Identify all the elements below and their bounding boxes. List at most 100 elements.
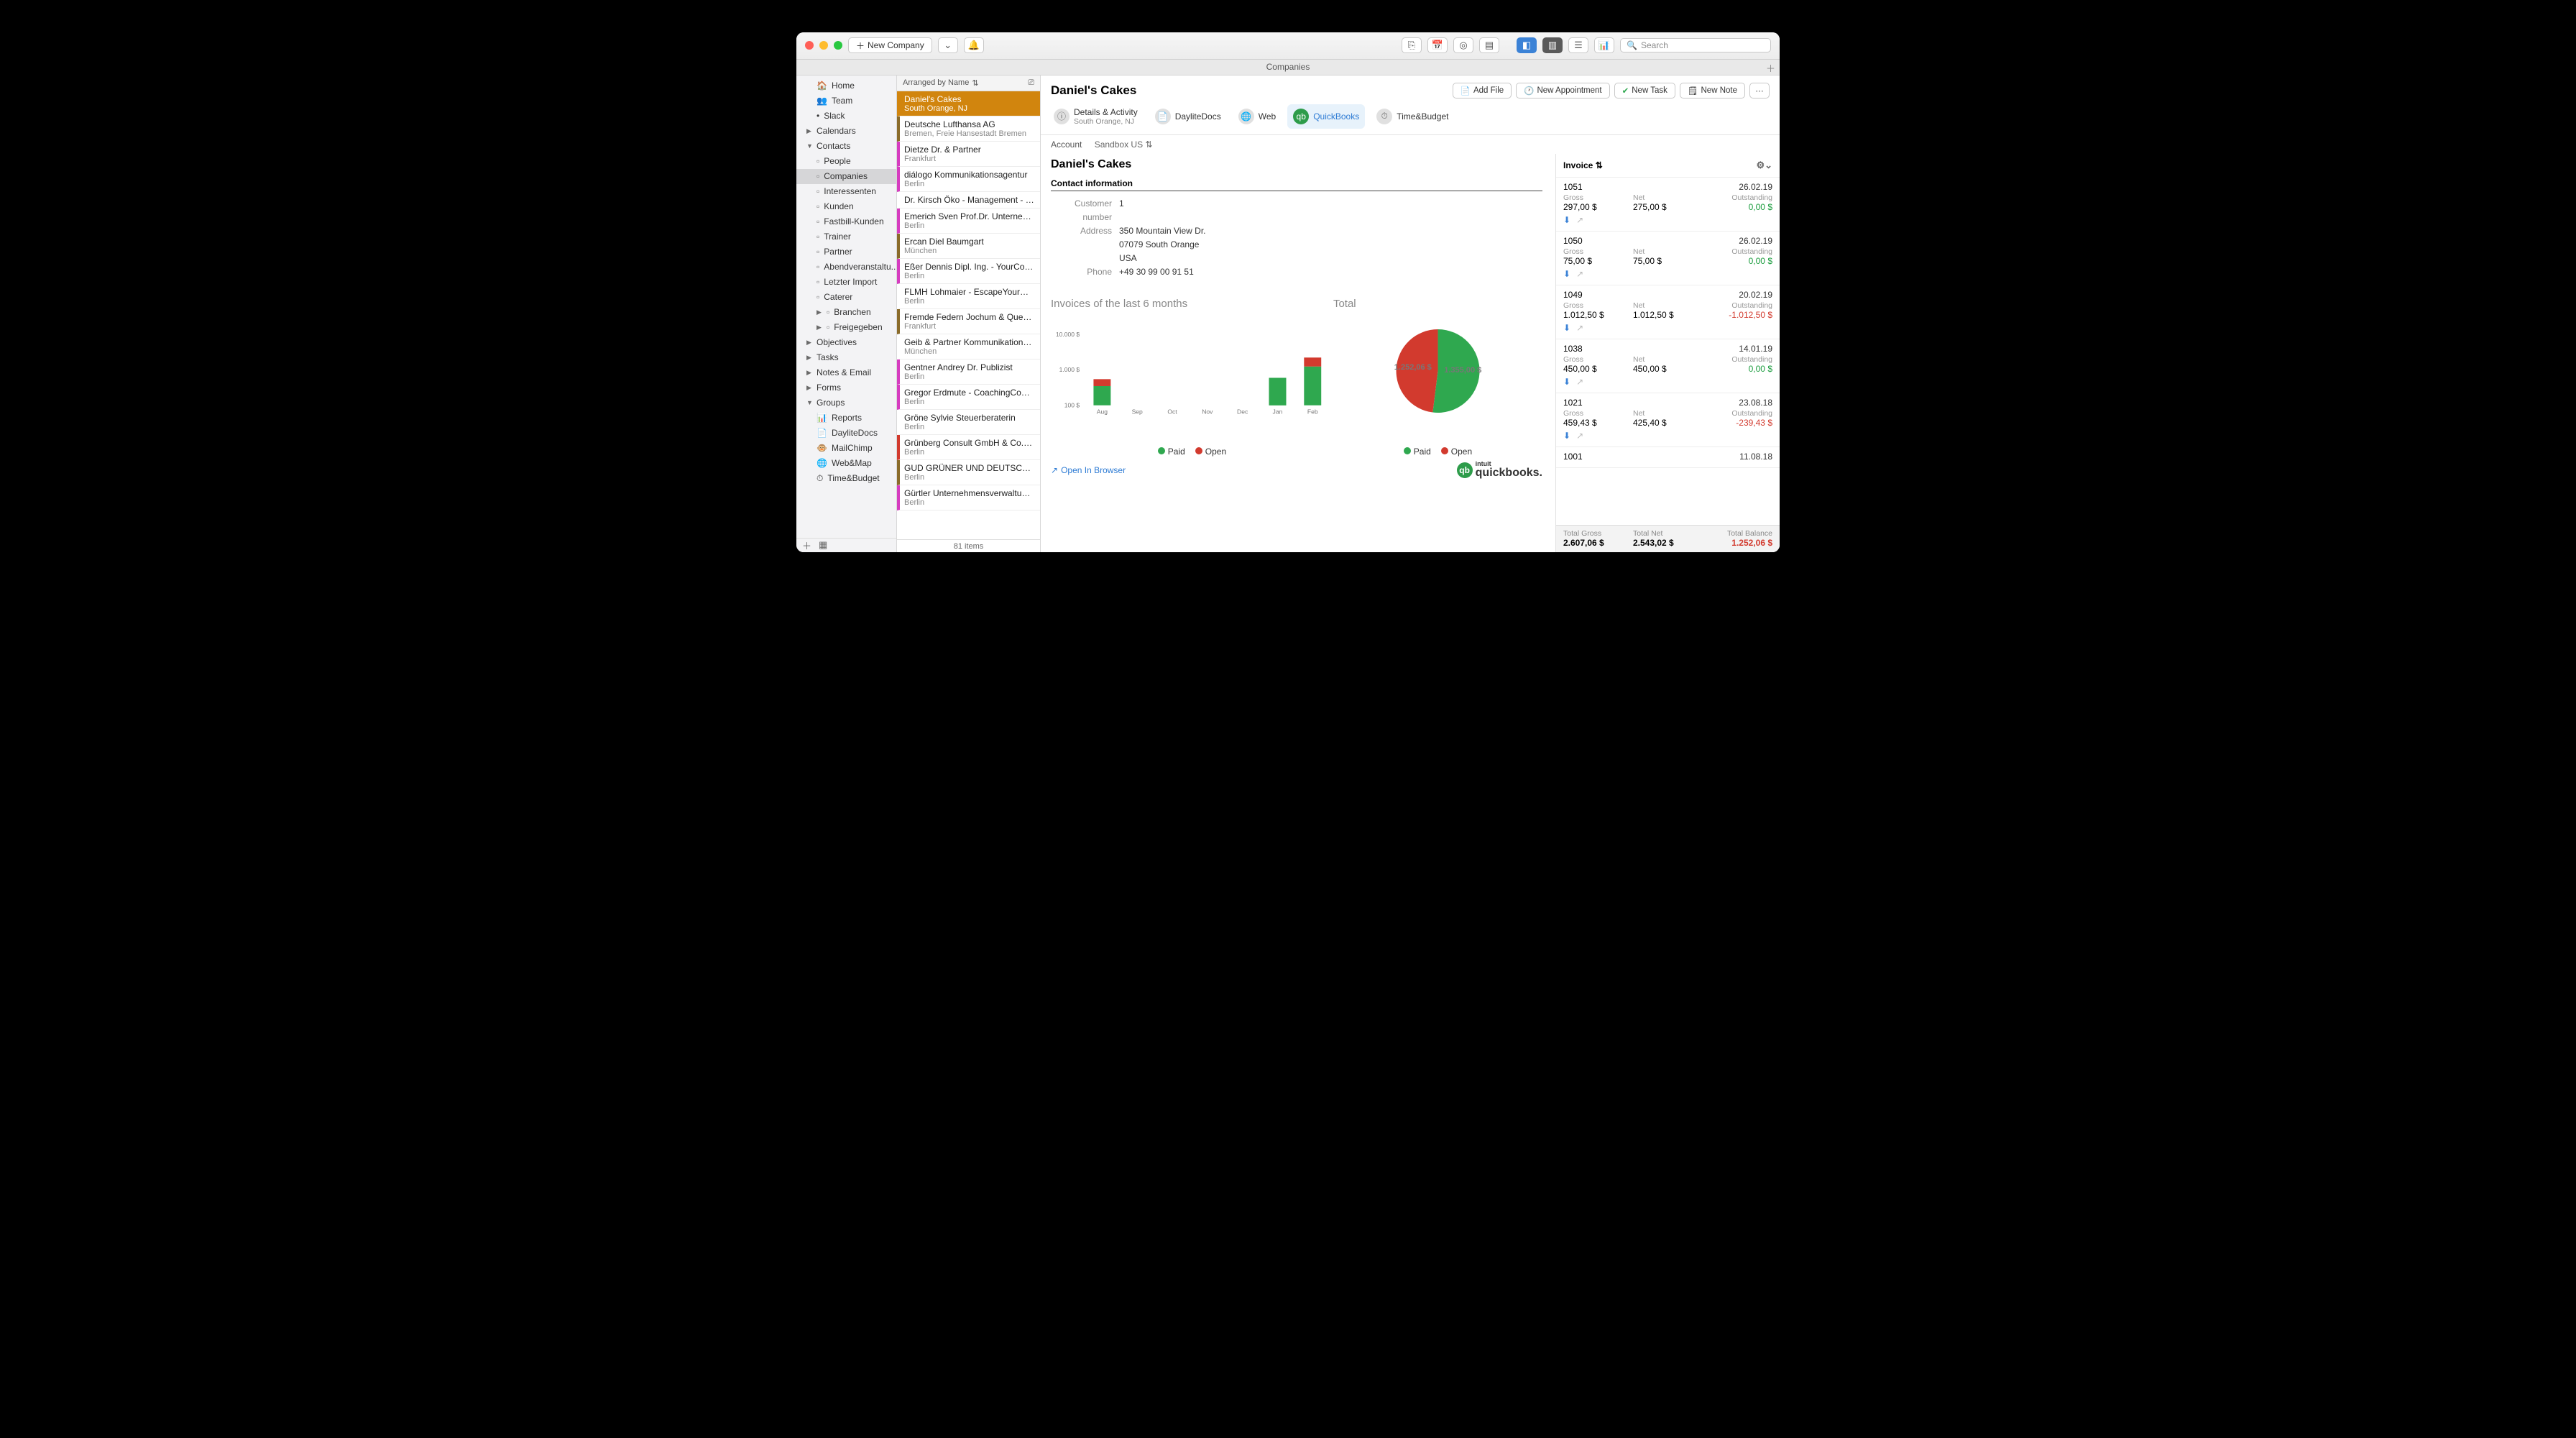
- company-item[interactable]: Gröne Sylvie SteuerberaterinBerlin: [897, 410, 1040, 435]
- sidebar-item-label: Interessenten: [824, 186, 876, 198]
- company-item[interactable]: Ercan Diel BaumgartMünchen: [897, 234, 1040, 259]
- invoice-header[interactable]: Invoice ⇅: [1563, 160, 1603, 170]
- company-item[interactable]: Gürtler Unternehmensverwaltung GmbHBerli…: [897, 485, 1040, 510]
- company-item[interactable]: Daniel's CakesSouth Orange, NJ: [897, 91, 1040, 116]
- tool-board-icon[interactable]: ▤: [1479, 37, 1499, 53]
- sidebar-item-letzter-import[interactable]: ▫Letzter Import: [796, 275, 896, 290]
- company-item[interactable]: Dietze Dr. & PartnerFrankfurt: [897, 142, 1040, 167]
- tab-details-activity[interactable]: ⓘDetails & ActivitySouth Orange, NJ: [1048, 104, 1144, 129]
- tool-calendar-icon[interactable]: 📅: [1427, 37, 1448, 53]
- download-icon[interactable]: ⬇: [1563, 269, 1570, 279]
- company-item[interactable]: GUD GRÜNER UND DEUTSCHER GmbHBerlin: [897, 460, 1040, 485]
- add-icon[interactable]: ＋: [802, 539, 811, 552]
- layout-sidebar-icon[interactable]: ◧: [1517, 37, 1537, 53]
- download-icon[interactable]: ⬇: [1563, 377, 1570, 387]
- sidebar-item-branchen[interactable]: ▶▫Branchen: [796, 305, 896, 320]
- sidebar-item-groups[interactable]: ▼Groups: [796, 395, 896, 411]
- tab-daylitedocs[interactable]: 📄DayliteDocs: [1149, 104, 1227, 129]
- tool-archive-icon[interactable]: ⎘: [1402, 37, 1422, 53]
- sidebar-item-team[interactable]: 👥Team: [796, 93, 896, 109]
- invoice-row[interactable]: 102123.08.18Gross459,43 $Net425,40 $Outs…: [1556, 393, 1780, 447]
- new-note-button[interactable]: 🗒New Note: [1680, 83, 1745, 99]
- invoice-row[interactable]: 105126.02.19Gross297,00 $Net275,00 $Outs…: [1556, 178, 1780, 232]
- company-item[interactable]: Gregor Erdmute - CoachingConceptsBerlin: [897, 385, 1040, 410]
- share-icon[interactable]: ↗: [1576, 215, 1583, 225]
- minimize-window-icon[interactable]: [819, 41, 828, 50]
- account-select[interactable]: Sandbox US ⇅: [1095, 139, 1153, 150]
- layout-chart-icon[interactable]: 📊: [1594, 37, 1614, 53]
- tab-quickbooks[interactable]: qbQuickBooks: [1287, 104, 1365, 129]
- company-item[interactable]: Gentner Andrey Dr. PublizistBerlin: [897, 360, 1040, 385]
- company-item[interactable]: Emerich Sven Prof.Dr. Unternehmensb...Be…: [897, 209, 1040, 234]
- quickbooks-logo: qb intuitquickbooks.: [1457, 461, 1542, 480]
- company-item[interactable]: diálogo KommunikationsagenturBerlin: [897, 167, 1040, 192]
- tab-web[interactable]: 🌐Web: [1233, 104, 1282, 129]
- company-item[interactable]: Eßer Dennis Dipl. Ing. - YourCoachBerlin: [897, 259, 1040, 284]
- sidebar-item-time-budget[interactable]: ⏱Time&Budget: [796, 471, 896, 486]
- sidebar-item-tasks[interactable]: ▶Tasks: [796, 350, 896, 365]
- grid-icon[interactable]: ▦: [819, 539, 827, 551]
- sidebar-item-companies[interactable]: ▫Companies: [796, 169, 896, 184]
- sidebar-item-interessenten[interactable]: ▫Interessenten: [796, 184, 896, 199]
- company-item[interactable]: Fremde Federn Jochum & Quentel Gb...Fran…: [897, 309, 1040, 334]
- company-item[interactable]: Dr. Kirsch Öko - Management - Consult: [897, 192, 1040, 209]
- new-company-button[interactable]: ＋New Company: [848, 37, 932, 53]
- company-item[interactable]: Deutsche Lufthansa AGBremen, Freie Hanse…: [897, 116, 1040, 142]
- company-item[interactable]: Geib & Partner KommunikationsagenturMünc…: [897, 334, 1040, 360]
- company-item[interactable]: Grünberg Consult GmbH & Co. KgBerlin: [897, 435, 1040, 460]
- gear-icon[interactable]: ⚙︎⌄: [1756, 160, 1772, 171]
- sidebar-item-fastbill-kunden[interactable]: ▫Fastbill-Kunden: [796, 214, 896, 229]
- sidebar-item-daylitedocs[interactable]: 📄DayliteDocs: [796, 426, 896, 441]
- invoice-row[interactable]: 100111.08.18: [1556, 447, 1780, 468]
- sidebar-item-web-map[interactable]: 🌐Web&Map: [796, 456, 896, 471]
- invoice-row[interactable]: 103814.01.19Gross450,00 $Net450,00 $Outs…: [1556, 339, 1780, 393]
- open-in-browser-link[interactable]: ↗Open In Browser: [1051, 465, 1126, 475]
- download-icon[interactable]: ⬇: [1563, 323, 1570, 333]
- invoice-row[interactable]: 104920.02.19Gross1.012,50 $Net1.012,50 $…: [1556, 285, 1780, 339]
- dropdown-button[interactable]: ⌄: [938, 37, 958, 53]
- sidebar-item-calendars[interactable]: ▶Calendars: [796, 124, 896, 139]
- sidebar-item-abendveranstaltu-[interactable]: ▫Abendveranstaltu...: [796, 260, 896, 275]
- share-icon[interactable]: ↗: [1576, 323, 1583, 333]
- new-appointment-button[interactable]: 🕐New Appointment: [1516, 83, 1609, 99]
- item-icon: ▫: [816, 201, 819, 213]
- sidebar-item-contacts[interactable]: ▼Contacts: [796, 139, 896, 154]
- sidebar-item-people[interactable]: ▫People: [796, 154, 896, 169]
- sidebar-item-reports[interactable]: 📊Reports: [796, 411, 896, 426]
- tab-icon: 🌐: [1238, 109, 1254, 124]
- sidebar-item-mailchimp[interactable]: 🐵MailChimp: [796, 441, 896, 456]
- sidebar-item-notes-email[interactable]: ▶Notes & Email: [796, 365, 896, 380]
- close-window-icon[interactable]: [805, 41, 814, 50]
- invoice-row[interactable]: 105026.02.19Gross75,00 $Net75,00 $Outsta…: [1556, 232, 1780, 285]
- sidebar-item-freigegeben[interactable]: ▶▫Freigegeben: [796, 320, 896, 335]
- sidebar-item-slack[interactable]: •Slack: [796, 109, 896, 124]
- sidebar-item-label: Objectives: [816, 336, 857, 349]
- share-icon[interactable]: ↗: [1576, 377, 1583, 387]
- sidebar-item-objectives[interactable]: ▶Objectives: [796, 335, 896, 350]
- sidebar-item-caterer[interactable]: ▫Caterer: [796, 290, 896, 305]
- layout-split-icon[interactable]: ▥: [1542, 37, 1563, 53]
- layout-list-icon[interactable]: ☰: [1568, 37, 1588, 53]
- download-icon[interactable]: ⬇: [1563, 431, 1570, 441]
- sidebar-item-partner[interactable]: ▫Partner: [796, 244, 896, 260]
- sidebar-item-trainer[interactable]: ▫Trainer: [796, 229, 896, 244]
- share-icon[interactable]: ↗: [1576, 269, 1583, 279]
- sidebar-item-forms[interactable]: ▶Forms: [796, 380, 896, 395]
- share-icon[interactable]: ↗: [1576, 431, 1583, 441]
- new-task-button[interactable]: ✔New Task: [1614, 83, 1675, 99]
- add-file-button[interactable]: 📄Add File: [1453, 83, 1512, 99]
- search-input[interactable]: 🔍Search: [1620, 38, 1771, 52]
- new-tab-button[interactable]: ＋: [1766, 61, 1775, 75]
- tool-target-icon[interactable]: ◎: [1453, 37, 1473, 53]
- bell-button[interactable]: 🔔: [964, 37, 984, 53]
- list-header[interactable]: Arranged by Name⇅ ⎚: [897, 75, 1040, 91]
- filter-icon[interactable]: ⎚: [1028, 78, 1034, 88]
- invoice-number: 1051: [1563, 182, 1583, 192]
- download-icon[interactable]: ⬇: [1563, 215, 1570, 225]
- tab-time-budget[interactable]: ⏱Time&Budget: [1371, 104, 1454, 129]
- sidebar-item-kunden[interactable]: ▫Kunden: [796, 199, 896, 214]
- zoom-window-icon[interactable]: [834, 41, 842, 50]
- sidebar-item-home[interactable]: 🏠Home: [796, 78, 896, 93]
- more-button[interactable]: ⋯: [1749, 83, 1770, 99]
- company-item[interactable]: FLMH Lohmaier - EscapeYourMindBerlin: [897, 284, 1040, 309]
